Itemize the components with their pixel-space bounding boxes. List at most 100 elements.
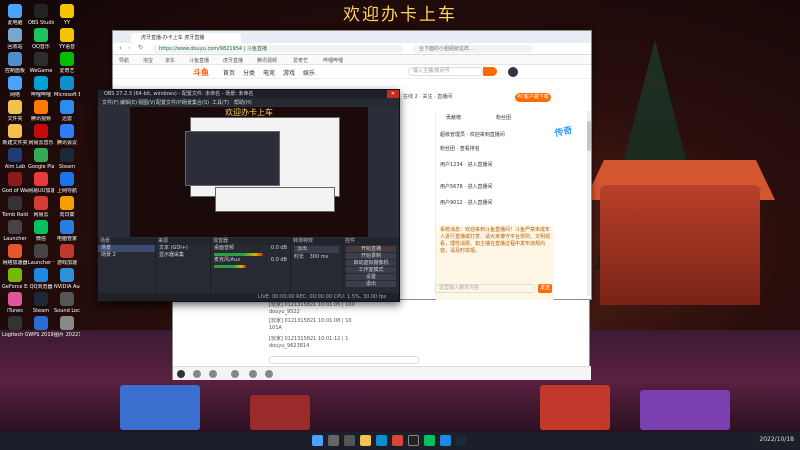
chrome-icon[interactable]: [392, 435, 403, 446]
back-icon[interactable]: ‹: [119, 44, 122, 52]
avatar[interactable]: [508, 67, 518, 77]
desktop-shortcut[interactable]: WeGame: [28, 52, 54, 74]
settings-button[interactable]: 设置: [346, 274, 396, 280]
transition-select[interactable]: 淡出: [294, 246, 339, 253]
menu-tools[interactable]: 工具(T): [212, 99, 229, 106]
menu-edit[interactable]: 编辑(E): [120, 99, 137, 106]
exit-button[interactable]: 退出: [346, 281, 396, 287]
desktop-shortcut[interactable]: Sound Lock: [54, 292, 80, 314]
desktop-shortcut[interactable]: WPS 2019: [28, 316, 54, 338]
desktop-shortcut[interactable]: 网易云: [28, 196, 54, 218]
forward-icon[interactable]: ›: [128, 44, 131, 52]
tab-fans[interactable]: 粉丝团: [496, 114, 511, 121]
desktop-shortcut[interactable]: iTunes: [2, 292, 28, 314]
scroll-thumb[interactable]: [587, 121, 591, 151]
desktop-shortcut[interactable]: 哔哩哔哩: [28, 76, 54, 98]
obs-preview[interactable]: 欢迎办卡上车: [130, 107, 368, 237]
desktop-shortcut[interactable]: 网易云音乐: [28, 124, 54, 146]
desktop-shortcut[interactable]: 网络加速器: [2, 244, 28, 266]
bookmark-item[interactable]: 爱奇艺: [293, 57, 308, 64]
source-item[interactable]: 文本 (GDI+): [156, 245, 210, 252]
desktop-shortcut[interactable]: NVIDIA Audio: [54, 268, 80, 290]
desktop-shortcut[interactable]: GeForce Experience: [2, 268, 28, 290]
desktop-shortcut[interactable]: Launcher 一键搞定: [28, 244, 54, 266]
nav-item[interactable]: 分类: [243, 68, 255, 77]
desktop-shortcut[interactable]: God of War: [2, 172, 28, 194]
play-icon[interactable]: [177, 370, 185, 378]
scene-item[interactable]: 场景 2: [98, 252, 155, 259]
duration-field[interactable]: 300 ms: [310, 254, 329, 260]
chat-input[interactable]: [269, 356, 419, 364]
search-icon[interactable]: [483, 67, 497, 76]
obs-window[interactable]: OBS 27.2.3 (64-bit, windows) - 配置文件: 未命名…: [97, 89, 400, 302]
tab-contribution[interactable]: 贡献榜: [446, 114, 461, 121]
refresh-icon[interactable]: ↻: [138, 44, 143, 51]
site-search-input[interactable]: 输入主播/房间号: [408, 67, 483, 76]
start-streaming-button[interactable]: 开始直播: [346, 246, 396, 252]
game-badge[interactable]: 传奇: [553, 120, 591, 165]
task-view-icon[interactable]: [344, 435, 355, 446]
desktop-shortcut[interactable]: Tomb Raider: [2, 196, 28, 218]
nav-item[interactable]: 首页: [223, 68, 235, 77]
nav-item[interactable]: 电竞: [263, 68, 275, 77]
menu-profile[interactable]: 配置文件(P): [156, 99, 183, 106]
send-button[interactable]: 发送: [538, 284, 552, 293]
fullscreen-icon[interactable]: [265, 370, 273, 378]
steam-icon[interactable]: [456, 435, 467, 446]
bookmark-item[interactable]: 虎牙直播: [223, 57, 243, 64]
scene-item[interactable]: 场景: [98, 245, 155, 252]
desktop-shortcut[interactable]: Google Play: [28, 148, 54, 170]
desktop-shortcut[interactable]: 微信: [28, 220, 54, 242]
desktop-shortcut[interactable]: QQ浏览器: [28, 268, 54, 290]
bookmark-item[interactable]: 哔哩哔哩: [323, 57, 343, 64]
bookmark-item[interactable]: 京东: [165, 57, 175, 64]
bookmark-item[interactable]: 淘宝: [143, 57, 153, 64]
desktop-shortcut[interactable]: Microsoft Edge: [54, 76, 80, 98]
menu-help[interactable]: 帮助(H): [234, 99, 252, 106]
desktop-shortcut[interactable]: 控制面板: [2, 52, 28, 74]
desktop-shortcut[interactable]: YY: [54, 4, 80, 26]
desktop-shortcut[interactable]: 腾讯视频: [28, 100, 54, 122]
close-icon[interactable]: ✕: [387, 90, 399, 98]
system-clock[interactable]: 2022/10/18: [759, 436, 794, 443]
desktop-shortcut[interactable]: OBS Studio: [28, 4, 54, 26]
desktop-shortcut[interactable]: Launcher: [2, 220, 28, 242]
desktop-shortcut[interactable]: YY语音: [54, 28, 80, 50]
desktop-shortcut[interactable]: Steam: [54, 148, 80, 170]
nav-item[interactable]: 娱乐: [303, 68, 315, 77]
browser-tab[interactable]: 虎牙直播-办卡上车 虎牙直播: [131, 33, 241, 43]
nav-item[interactable]: 游戏: [283, 68, 295, 77]
desktop-shortcut[interactable]: 图片 20221018...: [54, 316, 80, 338]
desktop-shortcut[interactable]: 此电脑: [2, 4, 28, 26]
edge-icon[interactable]: [376, 435, 387, 446]
chat-input[interactable]: 这里输入聊天内容: [435, 284, 535, 293]
desktop-shortcut[interactable]: QQ音乐: [28, 28, 54, 50]
volume-icon[interactable]: [193, 370, 201, 378]
desktop-shortcut[interactable]: 爱奇艺: [54, 52, 80, 74]
file-explorer-icon[interactable]: [360, 435, 371, 446]
bookmark-item[interactable]: 斗鱼直播: [189, 57, 209, 64]
start-recording-button[interactable]: 开始录制: [346, 253, 396, 259]
desktop-shortcut[interactable]: 新建文件夹: [2, 124, 28, 146]
obs-icon[interactable]: [408, 435, 419, 446]
desktop-shortcut[interactable]: 文件夹: [2, 100, 28, 122]
danmaku-icon[interactable]: [209, 370, 217, 378]
bookmark-item[interactable]: 腾讯视频: [257, 57, 277, 64]
menu-scene-collection[interactable]: 场景集合(S): [182, 99, 209, 106]
studio-mode-button[interactable]: 工作室模式: [346, 267, 396, 273]
desktop-shortcut[interactable]: 游戏加速: [54, 244, 80, 266]
site-logo[interactable]: 斗鱼: [193, 67, 215, 77]
desktop-shortcut[interactable]: 电脑管家: [54, 220, 80, 242]
windows-start-icon[interactable]: [312, 435, 323, 446]
qq-icon[interactable]: [440, 435, 451, 446]
url-field[interactable]: https://www.douyu.com/9821954 | 斗鱼直播: [153, 45, 403, 53]
desktop-shortcut[interactable]: 网络: [2, 76, 28, 98]
desktop-shortcut[interactable]: Aim Lab: [2, 148, 28, 170]
menu-view[interactable]: 视图(V): [138, 99, 155, 106]
menu-file[interactable]: 文件(F): [102, 99, 119, 106]
desktop-shortcut[interactable]: 腾讯会议: [54, 124, 80, 146]
desktop-shortcut[interactable]: Steam: [28, 292, 54, 314]
source-item[interactable]: 显示器采集: [156, 252, 210, 259]
desktop-shortcut[interactable]: 上网导航: [54, 172, 80, 194]
refresh-icon[interactable]: [231, 370, 239, 378]
